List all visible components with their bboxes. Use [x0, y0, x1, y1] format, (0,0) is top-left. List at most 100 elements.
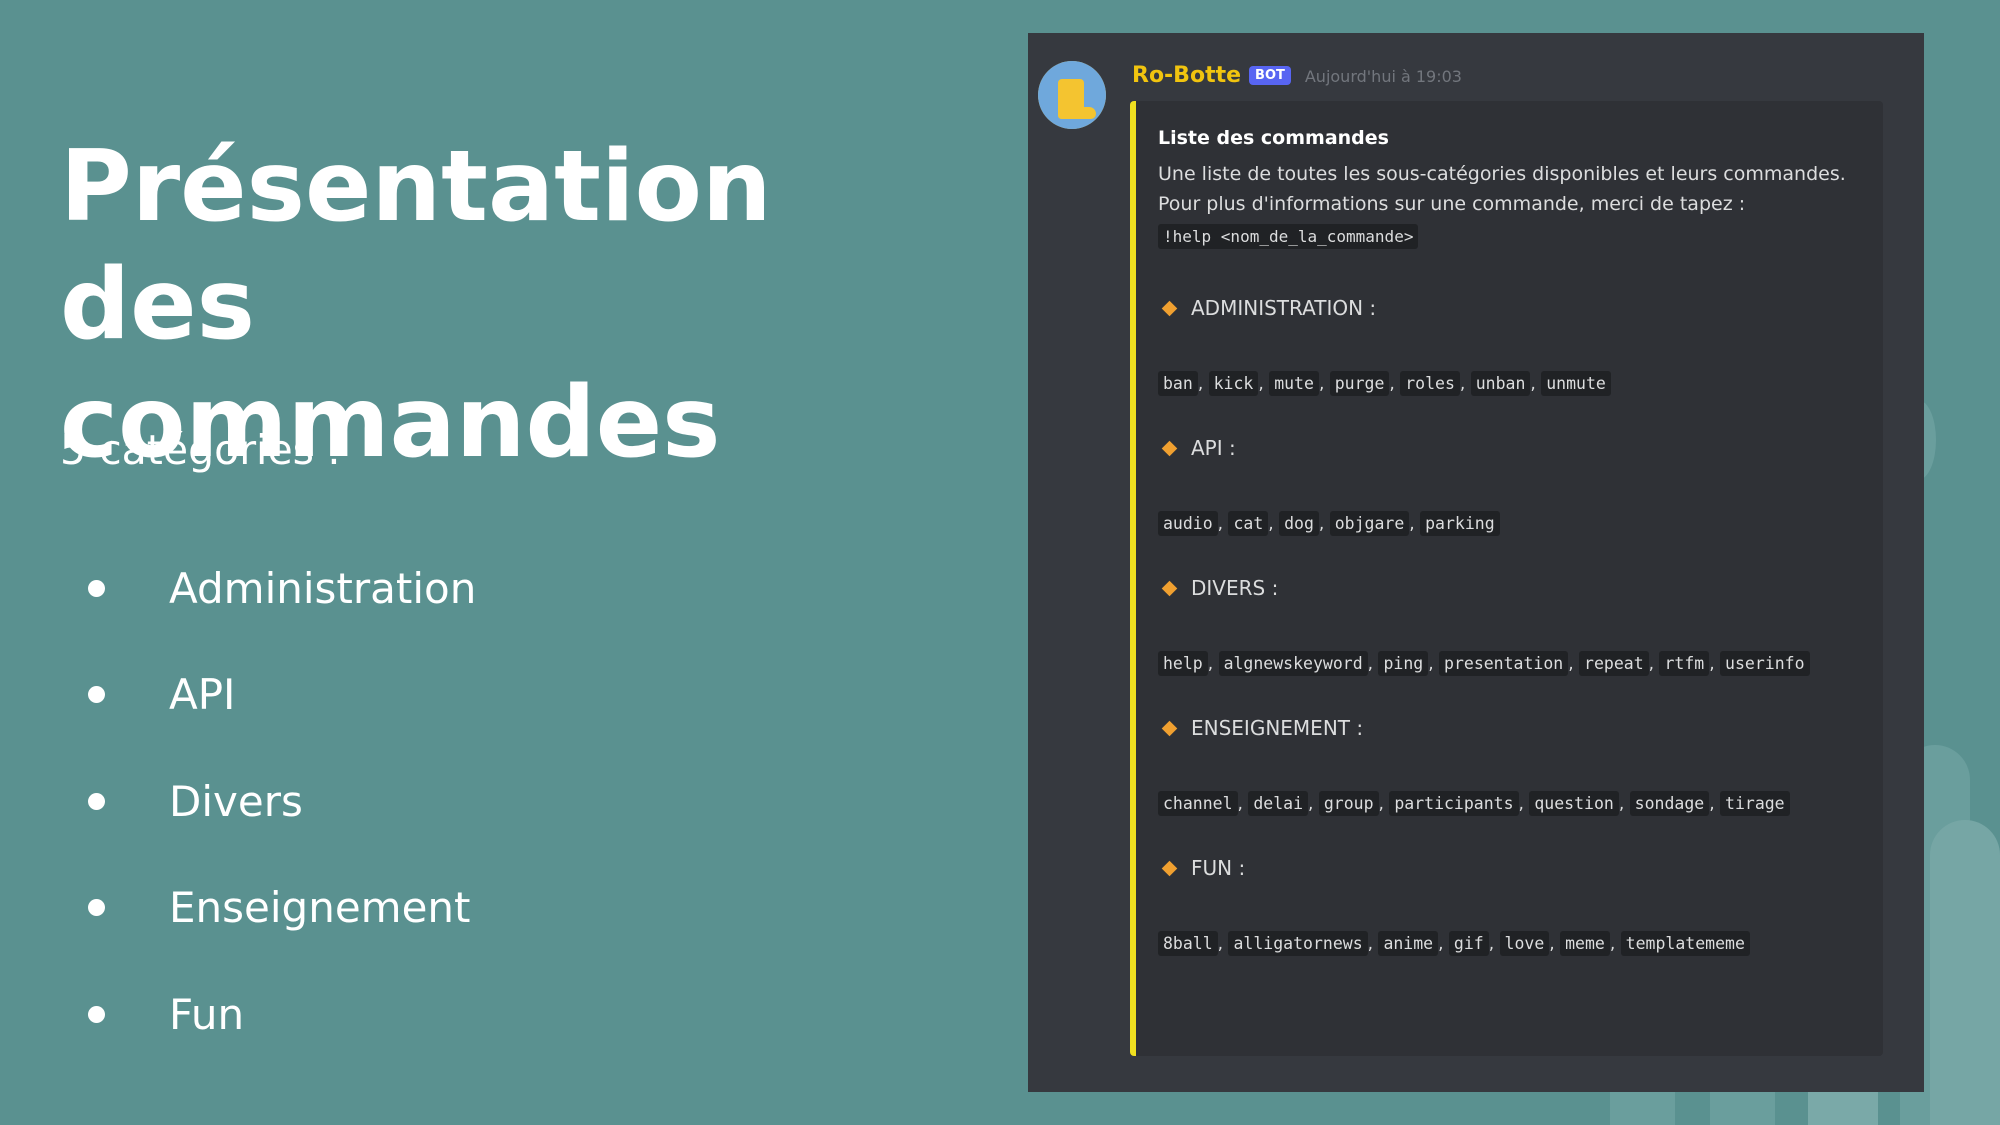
section-title: ADMINISTRATION : — [1191, 296, 1377, 320]
categories-list: Administration API Divers Enseignement F… — [80, 535, 476, 1068]
comma-separator: , — [1237, 794, 1249, 814]
command-code: dog — [1279, 511, 1319, 536]
comma-separator: , — [1308, 794, 1319, 814]
comma-separator: , — [1367, 654, 1379, 674]
command-code: cat — [1228, 511, 1269, 536]
comma-separator: , — [1648, 654, 1660, 674]
comma-separator: , — [1378, 794, 1390, 814]
comma-separator: , — [1530, 374, 1542, 394]
orange-diamond-icon — [1161, 720, 1178, 736]
category-label: Administration — [169, 563, 477, 613]
comma-separator: , — [1318, 514, 1330, 534]
comma-separator: , — [1488, 934, 1500, 954]
comma-separator: , — [1217, 934, 1229, 954]
command-code: group — [1318, 791, 1379, 816]
category-label: Enseignement — [169, 883, 471, 933]
section-title: DIVERS : — [1191, 576, 1279, 600]
section-heading: ADMINISTRATION : — [1158, 296, 1867, 320]
list-item: Administration — [80, 535, 476, 642]
help-command-code: !help <nom_de_la_commande> — [1158, 224, 1419, 249]
command-code: parking — [1420, 511, 1500, 536]
command-code: delai — [1248, 791, 1309, 816]
orange-diamond-icon — [1161, 860, 1178, 876]
bullet-icon — [88, 579, 105, 597]
command-code: repeat — [1579, 651, 1649, 676]
embed-description: Une liste de toutes les sous-catégories … — [1158, 159, 1867, 252]
category-label: Divers — [169, 776, 303, 826]
comma-separator: , — [1367, 934, 1379, 954]
command-list: audio, cat, dog, objgare, parking — [1158, 511, 1867, 536]
boot-sole-icon — [1058, 107, 1096, 119]
section-heading: DIVERS : — [1158, 576, 1867, 600]
section-title: ENSEIGNEMENT : — [1191, 716, 1364, 740]
username[interactable]: Ro-Botte — [1132, 63, 1241, 88]
command-code: objgare — [1329, 511, 1410, 536]
command-code: help — [1158, 651, 1208, 676]
comma-separator: , — [1207, 654, 1219, 674]
command-list: ban, kick, mute, purge, roles, unban, un… — [1158, 371, 1867, 396]
comma-separator: , — [1197, 374, 1209, 394]
bot-avatar[interactable] — [1038, 61, 1106, 129]
command-code: participants — [1389, 791, 1519, 816]
orange-diamond-icon — [1161, 440, 1178, 456]
comma-separator: , — [1518, 794, 1530, 814]
command-code: tirage — [1720, 791, 1790, 816]
command-code: userinfo — [1720, 651, 1810, 676]
comma-separator: , — [1258, 374, 1270, 394]
bullet-icon — [88, 686, 105, 704]
slide-title-line1: Présentation des — [60, 130, 772, 362]
comma-separator: , — [1389, 374, 1401, 394]
comma-separator: , — [1568, 654, 1580, 674]
message-timestamp: Aujourd'hui à 19:03 — [1304, 67, 1462, 86]
command-code: kick — [1208, 371, 1259, 396]
command-code: templatememe — [1620, 931, 1750, 956]
bot-badge: BOT — [1249, 66, 1291, 85]
comma-separator: , — [1428, 654, 1440, 674]
orange-diamond-icon — [1161, 580, 1178, 596]
comma-separator: , — [1318, 374, 1330, 394]
section-heading: FUN : — [1158, 856, 1867, 880]
command-code: unmute — [1541, 371, 1611, 396]
command-list: channel, delai, group, participants, que… — [1158, 791, 1867, 816]
command-list: help, algnewskeyword, ping, presentation… — [1158, 651, 1867, 676]
command-code: roles — [1400, 371, 1460, 396]
orange-diamond-icon — [1161, 300, 1178, 316]
section-title: FUN : — [1191, 856, 1246, 880]
command-code: algnewskeyword — [1218, 651, 1368, 676]
command-code: meme — [1560, 931, 1610, 956]
command-sections: ADMINISTRATION : ban, kick, mute, purge, … — [1158, 296, 1867, 956]
comma-separator: , — [1609, 934, 1621, 954]
command-code: anime — [1378, 931, 1439, 956]
command-code: rtfm — [1659, 651, 1710, 676]
section-heading: ENSEIGNEMENT : — [1158, 716, 1867, 740]
category-label: API — [169, 670, 236, 720]
comma-separator: , — [1459, 374, 1471, 394]
comma-separator: , — [1268, 514, 1280, 534]
command-code: question — [1529, 791, 1619, 816]
command-list: 8ball, alligatornews, anime, gif, love, … — [1158, 931, 1867, 956]
categories-subtitle: 5 catégories : — [60, 426, 341, 474]
background-decoration — [1710, 1092, 1775, 1125]
section-heading: API : — [1158, 436, 1867, 460]
command-code: 8ball — [1158, 931, 1218, 956]
bullet-icon — [88, 1005, 105, 1023]
command-code: ping — [1378, 651, 1429, 676]
command-code: purge — [1329, 371, 1390, 396]
comma-separator: , — [1438, 934, 1449, 954]
command-code: mute — [1269, 371, 1319, 396]
comma-separator: , — [1549, 934, 1561, 954]
description-line: Pour plus d'informations sur une command… — [1158, 193, 1746, 215]
command-code: channel — [1158, 791, 1238, 816]
command-code: alligatornews — [1228, 931, 1368, 956]
command-code: audio — [1158, 511, 1218, 536]
category-label: Fun — [169, 989, 245, 1039]
comma-separator: , — [1709, 654, 1721, 674]
message-embed: Liste des commandes Une liste de toutes … — [1130, 101, 1883, 1056]
background-decoration — [1610, 1092, 1675, 1125]
section-title: API : — [1191, 436, 1236, 460]
embed-title: Liste des commandes — [1158, 127, 1389, 149]
background-decoration — [1808, 1092, 1878, 1125]
description-line: Une liste de toutes les sous-catégories … — [1158, 163, 1846, 185]
command-code: presentation — [1439, 651, 1569, 676]
message-header: Ro-Botte BOT Aujourd'hui à 19:03 — [1132, 63, 1462, 88]
